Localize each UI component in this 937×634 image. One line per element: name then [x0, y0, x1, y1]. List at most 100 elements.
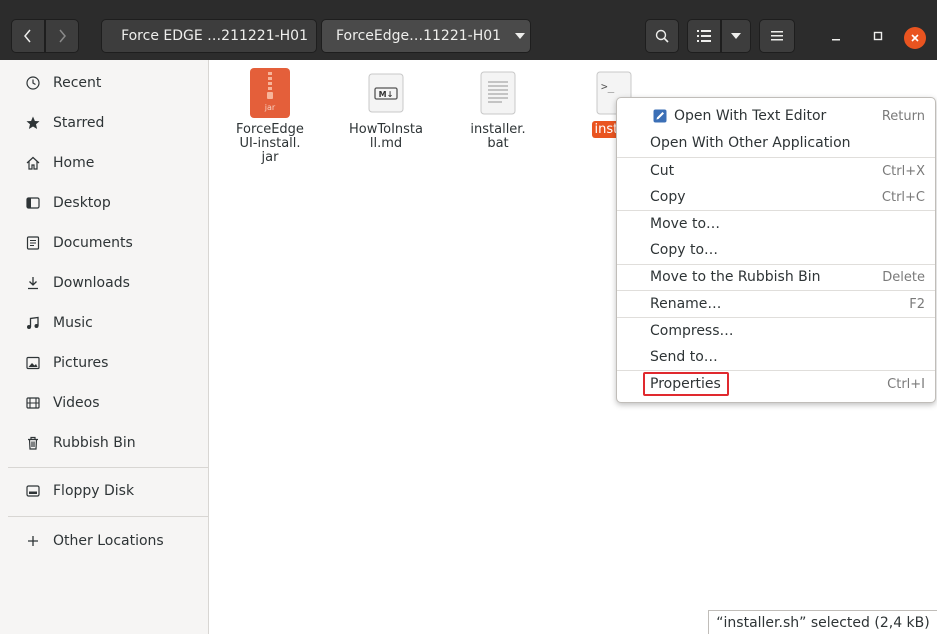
sidebar-item-label: Videos: [53, 395, 100, 411]
menu-item-label: Copy to…: [650, 242, 719, 258]
text-file-icon: [477, 68, 519, 118]
breadcrumb-parent-label: Force EDGE …211221-H01: [121, 28, 308, 44]
sidebar-item-label: Recent: [53, 75, 102, 91]
list-view-icon: [697, 30, 711, 42]
sidebar-separator: [8, 467, 208, 468]
sidebar-item-videos[interactable]: Videos: [0, 384, 208, 422]
hamburger-menu-icon: [771, 31, 783, 41]
menu-item-label: Open With Text Editor: [674, 108, 827, 124]
menu-item-open-with-text-editor[interactable]: Open With Text Editor Return: [617, 103, 935, 129]
file-type-label: >_: [601, 80, 615, 93]
menu-item-compress[interactable]: Compress…: [617, 318, 935, 344]
menu-item-accel: Ctrl+I: [887, 376, 925, 392]
minimize-icon: [832, 39, 840, 41]
markdown-file-icon: M↓: [365, 68, 407, 118]
dropdown-arrow-icon: [731, 33, 741, 39]
context-menu: Open With Text Editor Return Open With O…: [616, 97, 936, 403]
sidebar-item-other-locations[interactable]: Other Locations: [0, 522, 208, 560]
file-type-label: jar: [264, 103, 276, 112]
sidebar-item-home[interactable]: Home: [0, 144, 208, 182]
menu-item-accel: F2: [909, 296, 925, 312]
menu-item-label: Move to the Rubbish Bin: [650, 269, 821, 285]
text-editor-icon: [653, 109, 667, 123]
dropdown-arrow-icon: [515, 33, 526, 39]
back-button[interactable]: [11, 19, 45, 53]
sidebar-item-label: Rubbish Bin: [53, 435, 136, 451]
menu-item-label: Rename…: [650, 296, 722, 312]
sidebar-item-label: Desktop: [53, 195, 111, 211]
file-name-line: ForceEdge: [236, 122, 304, 137]
menu-item-move-to-rubbish-bin[interactable]: Move to the Rubbish Bin Delete: [617, 264, 935, 290]
sidebar: Recent Starred Home Desktop Documents Do…: [0, 60, 209, 634]
view-options-button[interactable]: [721, 19, 751, 53]
menu-item-properties[interactable]: Properties Ctrl+I: [617, 371, 935, 397]
file-name-line: HowToInsta: [349, 122, 423, 137]
menu-item-label: Send to…: [650, 349, 718, 365]
sidebar-item-music[interactable]: Music: [0, 304, 208, 342]
sidebar-item-desktop[interactable]: Desktop: [0, 184, 208, 222]
list-view-button[interactable]: [687, 19, 721, 53]
menu-item-label: Move to…: [650, 216, 721, 232]
search-icon: [655, 29, 669, 43]
breadcrumb-current[interactable]: ForceEdge…11221-H01: [321, 19, 531, 53]
maximize-button[interactable]: [864, 19, 892, 53]
main-menu-button[interactable]: [759, 19, 795, 53]
menu-item-copy-to[interactable]: Copy to…: [617, 237, 935, 263]
search-button[interactable]: [645, 19, 679, 53]
menu-item-label: Open With Other Application: [650, 135, 851, 151]
menu-item-cut[interactable]: Cut Ctrl+X: [617, 158, 935, 184]
drive-icon: [25, 483, 41, 499]
sidebar-item-label: Floppy Disk: [53, 483, 135, 499]
sidebar-item-label: Music: [53, 315, 93, 331]
menu-item-label: Compress…: [650, 323, 734, 339]
breadcrumb-parent[interactable]: Force EDGE …211221-H01: [101, 19, 317, 53]
menu-item-accel: Ctrl+C: [881, 189, 925, 205]
menu-item-send-to[interactable]: Send to…: [617, 344, 935, 370]
menu-item-label: Copy: [650, 189, 686, 205]
status-bar: “installer.sh” selected (2,4 kB): [708, 610, 937, 634]
file-name: ForceEdge UI-install. jar: [225, 123, 315, 165]
close-button[interactable]: [904, 27, 926, 49]
close-icon: [911, 34, 919, 42]
sidebar-item-label: Downloads: [53, 275, 130, 291]
menu-item-label: Cut: [650, 163, 675, 179]
breadcrumb-current-label: ForceEdge…11221-H01: [336, 28, 502, 44]
music-icon: [25, 315, 41, 331]
sidebar-item-starred[interactable]: Starred: [0, 104, 208, 142]
menu-item-label: Properties: [650, 376, 721, 392]
menu-item-copy[interactable]: Copy Ctrl+C: [617, 184, 935, 210]
file-item-bat[interactable]: installer. bat: [453, 68, 543, 151]
sidebar-item-pictures[interactable]: Pictures: [0, 344, 208, 382]
sidebar-item-documents[interactable]: Documents: [0, 224, 208, 262]
documents-icon: [25, 235, 41, 251]
file-item-jar[interactable]: jar ForceEdge UI-install. jar: [225, 68, 315, 165]
menu-item-open-with-other-application[interactable]: Open With Other Application: [617, 130, 935, 156]
sidebar-separator: [8, 516, 208, 517]
desktop-icon: [25, 195, 41, 211]
file-name-line: UI-install.: [239, 136, 301, 151]
file-name-line: ll.md: [369, 136, 403, 151]
trash-icon: [25, 435, 41, 451]
menu-item-accel: Ctrl+X: [882, 163, 925, 179]
sidebar-item-label: Starred: [53, 115, 105, 131]
header-bar: Force EDGE …211221-H01 ForceEdge…11221-H…: [0, 0, 937, 60]
sidebar-item-label: Other Locations: [53, 533, 164, 549]
maximize-icon: [873, 31, 883, 41]
menu-item-move-to[interactable]: Move to…: [617, 211, 935, 237]
menu-item-rename[interactable]: Rename… F2: [617, 291, 935, 317]
sidebar-item-recent[interactable]: Recent: [0, 64, 208, 102]
home-icon: [25, 155, 41, 171]
file-name: HowToInsta ll.md: [341, 123, 431, 151]
star-icon: [25, 115, 41, 131]
file-item-markdown[interactable]: M↓ HowToInsta ll.md: [341, 68, 431, 151]
minimize-button[interactable]: [822, 19, 850, 53]
pictures-icon: [25, 355, 41, 371]
sidebar-item-downloads[interactable]: Downloads: [0, 264, 208, 302]
chevron-right-icon: [59, 29, 66, 43]
forward-button[interactable]: [45, 19, 79, 53]
sidebar-item-floppy-disk[interactable]: Floppy Disk: [0, 472, 208, 510]
videos-icon: [25, 395, 41, 411]
file-name-line: installer.: [470, 122, 526, 137]
sidebar-item-rubbish-bin[interactable]: Rubbish Bin: [0, 424, 208, 462]
file-name-line: bat: [487, 136, 509, 151]
